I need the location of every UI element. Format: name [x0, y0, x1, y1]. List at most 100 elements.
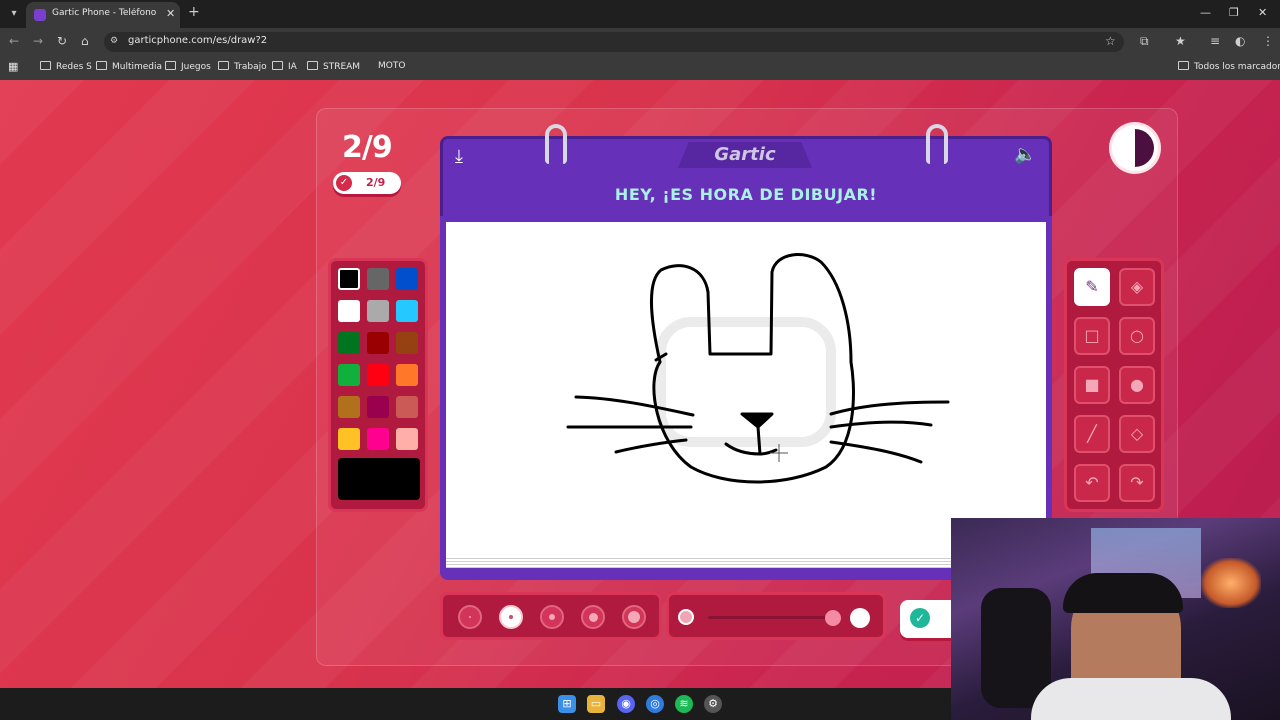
timer-icon — [1112, 125, 1158, 171]
media-control-icon[interactable]: ≡ — [1210, 34, 1220, 48]
circle-outline-icon[interactable]: ○ — [1119, 317, 1155, 355]
timer-remaining — [1135, 129, 1154, 167]
color-swatch[interactable] — [338, 268, 360, 290]
webcam-cap — [1063, 573, 1183, 613]
opacity-track[interactable] — [708, 616, 828, 619]
browser-tab[interactable]: Gartic Phone - Teléfono Descon ✕ — [26, 2, 180, 28]
opacity-slider-handle[interactable] — [825, 610, 841, 626]
brush-size-dot — [469, 616, 471, 618]
maximize-button[interactable]: ❐ — [1229, 6, 1239, 19]
chrome-icon[interactable]: ◎ — [646, 695, 664, 713]
color-swatch[interactable] — [396, 300, 418, 322]
brush-size-button[interactable] — [622, 605, 646, 629]
new-tab-button[interactable]: + — [188, 4, 200, 20]
tab-search-button[interactable]: ▾ — [6, 6, 22, 22]
color-swatch[interactable] — [367, 268, 389, 290]
line-icon[interactable]: ╱ — [1074, 415, 1110, 453]
file-explorer-icon[interactable]: ▭ — [587, 695, 605, 713]
color-swatch[interactable] — [367, 300, 389, 322]
brush-size-button[interactable] — [540, 605, 564, 629]
color-swatch[interactable] — [396, 268, 418, 290]
redo-icon[interactable]: ↷ — [1119, 464, 1155, 502]
apps-grid-icon[interactable]: ▦ — [8, 60, 18, 73]
menu-icon[interactable]: ⋮ — [1262, 34, 1274, 48]
speaker-icon[interactable]: 🔈 — [1014, 144, 1036, 165]
bookmark-star-icon[interactable]: ☆ — [1105, 34, 1116, 48]
color-swatch[interactable] — [396, 428, 418, 450]
brush-size-button[interactable] — [581, 605, 605, 629]
bookmark-folder[interactable]: Juegos — [165, 61, 211, 72]
folder-icon — [1178, 61, 1189, 70]
bookmark-folder[interactable]: Multimedia — [96, 61, 162, 72]
folder-icon — [96, 61, 107, 70]
color-swatch[interactable] — [338, 428, 360, 450]
bookmarks-bar: ▦ Redes S Multimedia Juegos Trabajo IA S… — [0, 56, 1280, 81]
all-bookmarks-folder[interactable]: Todos los marcadores — [1178, 61, 1280, 72]
spotify-icon[interactable]: ≋ — [675, 695, 693, 713]
brush-size-button[interactable] — [499, 605, 523, 629]
close-tab-icon[interactable]: ✕ — [166, 7, 175, 20]
rectangle-outline-icon[interactable]: □ — [1074, 317, 1110, 355]
color-swatch[interactable] — [338, 332, 360, 354]
gartic-favicon-icon — [34, 9, 46, 21]
bookmark-folder[interactable]: Trabajo — [218, 61, 267, 72]
pencil-icon[interactable]: ✎ — [1074, 268, 1110, 306]
bookmark-folder[interactable]: IA — [272, 61, 297, 72]
fill-bucket-icon[interactable]: ◇ — [1119, 415, 1155, 453]
bookmark-label: Multimedia — [112, 62, 163, 72]
bookmark-link[interactable]: MOTO — [378, 61, 405, 71]
discord-icon[interactable]: ◉ — [617, 695, 635, 713]
brush-size-dot — [588, 612, 598, 622]
color-swatch[interactable] — [338, 364, 360, 386]
bookmark-folder[interactable]: Redes S — [40, 61, 92, 72]
color-swatch[interactable] — [367, 428, 389, 450]
folder-icon — [40, 61, 51, 70]
players-done-badge: ✓ 2/9 — [333, 172, 401, 194]
browser-tab-bar: ▾ Gartic Phone - Teléfono Descon ✕ + — ❐… — [0, 0, 1280, 28]
color-swatch[interactable] — [367, 332, 389, 354]
color-swatch[interactable] — [396, 332, 418, 354]
reload-icon[interactable]: ↻ — [57, 34, 67, 48]
bookmark-label: IA — [288, 62, 297, 72]
brush-size-dot — [628, 611, 640, 623]
brush-size-button[interactable] — [458, 605, 482, 629]
url-text: garticphone.com/es/draw?2 — [128, 35, 268, 46]
favorites-icon[interactable]: ★ — [1175, 34, 1186, 48]
download-icon[interactable]: ⤓ — [455, 146, 463, 167]
back-arrow-icon[interactable]: ← — [9, 34, 19, 48]
profile-avatar-icon[interactable]: ◐ — [1235, 34, 1245, 48]
bookmark-label: MOTO — [378, 61, 406, 71]
close-window-button[interactable]: ✕ — [1258, 6, 1267, 19]
webcam-overlay — [951, 518, 1280, 720]
color-swatch[interactable] — [396, 364, 418, 386]
extensions-icon[interactable]: ⧉ — [1140, 34, 1149, 49]
forward-arrow-icon[interactable]: → — [33, 34, 43, 48]
bookmark-folder[interactable]: STREAM — [307, 61, 360, 72]
circle-filled-icon[interactable]: ● — [1119, 366, 1155, 404]
brush-size-dot — [549, 614, 555, 620]
drawing-svg — [566, 253, 950, 484]
undo-icon[interactable]: ↶ — [1074, 464, 1110, 502]
brush-size-dot — [509, 615, 513, 619]
gartic-watermark — [656, 317, 836, 447]
home-icon[interactable]: ⌂ — [81, 34, 89, 48]
color-swatch[interactable] — [396, 396, 418, 418]
color-swatch[interactable] — [367, 364, 389, 386]
drawing-canvas[interactable] — [446, 222, 1046, 562]
minimize-button[interactable]: — — [1200, 6, 1211, 19]
folder-icon — [218, 61, 229, 70]
color-swatch[interactable] — [338, 300, 360, 322]
eraser-icon[interactable]: ◈ — [1119, 268, 1155, 306]
color-swatch[interactable] — [367, 396, 389, 418]
site-info-icon[interactable]: ⚙ — [110, 36, 120, 46]
check-icon: ✓ — [336, 175, 352, 191]
start-windows-icon[interactable]: ⊞ — [558, 695, 576, 713]
app-icon[interactable]: ⚙ — [704, 695, 722, 713]
folder-icon — [272, 61, 283, 70]
draw-prompt: HEY, ¡ES HORA DE DIBUJAR! — [614, 185, 878, 204]
address-bar[interactable]: ⚙ garticphone.com/es/draw?2 — [104, 32, 1124, 52]
rectangle-filled-icon[interactable]: ■ — [1074, 366, 1110, 404]
players-done-count: 2/9 — [366, 176, 386, 189]
opacity-max-icon — [850, 608, 870, 628]
color-swatch[interactable] — [338, 396, 360, 418]
